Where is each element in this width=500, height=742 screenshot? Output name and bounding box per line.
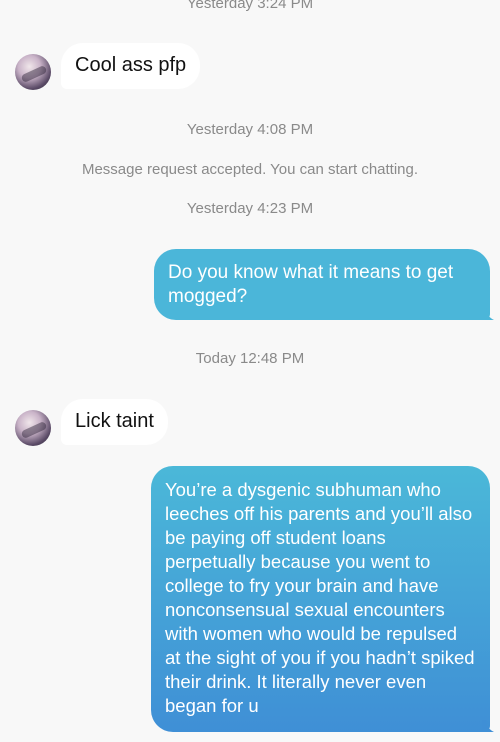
incoming-message[interactable]: Lick taint bbox=[61, 399, 168, 445]
outgoing-message[interactable]: You’re a dysgenic subhuman who leeches o… bbox=[151, 466, 490, 732]
message-text: Lick taint bbox=[75, 410, 154, 432]
bubble-tail bbox=[482, 308, 494, 320]
timestamp: Today 12:48 PM bbox=[195, 350, 305, 367]
message-text: Cool ass pfp bbox=[75, 54, 187, 76]
system-message: Message request accepted. You can start … bbox=[81, 161, 419, 178]
avatar[interactable] bbox=[15, 410, 51, 446]
timestamp: Yesterday 3:24 PM bbox=[186, 0, 314, 12]
message-text: Do you know what it means to get mogged? bbox=[168, 262, 454, 307]
timestamp: Yesterday 4:08 PM bbox=[186, 121, 314, 138]
message-text: You’re a dysgenic subhuman who leeches o… bbox=[165, 479, 475, 716]
avatar[interactable] bbox=[15, 54, 51, 90]
bubble-tail bbox=[482, 720, 494, 732]
timestamp: Yesterday 4:23 PM bbox=[186, 200, 314, 217]
outgoing-message[interactable]: Do you know what it means to get mogged? bbox=[154, 249, 490, 320]
incoming-message[interactable]: Cool ass pfp bbox=[61, 43, 201, 89]
